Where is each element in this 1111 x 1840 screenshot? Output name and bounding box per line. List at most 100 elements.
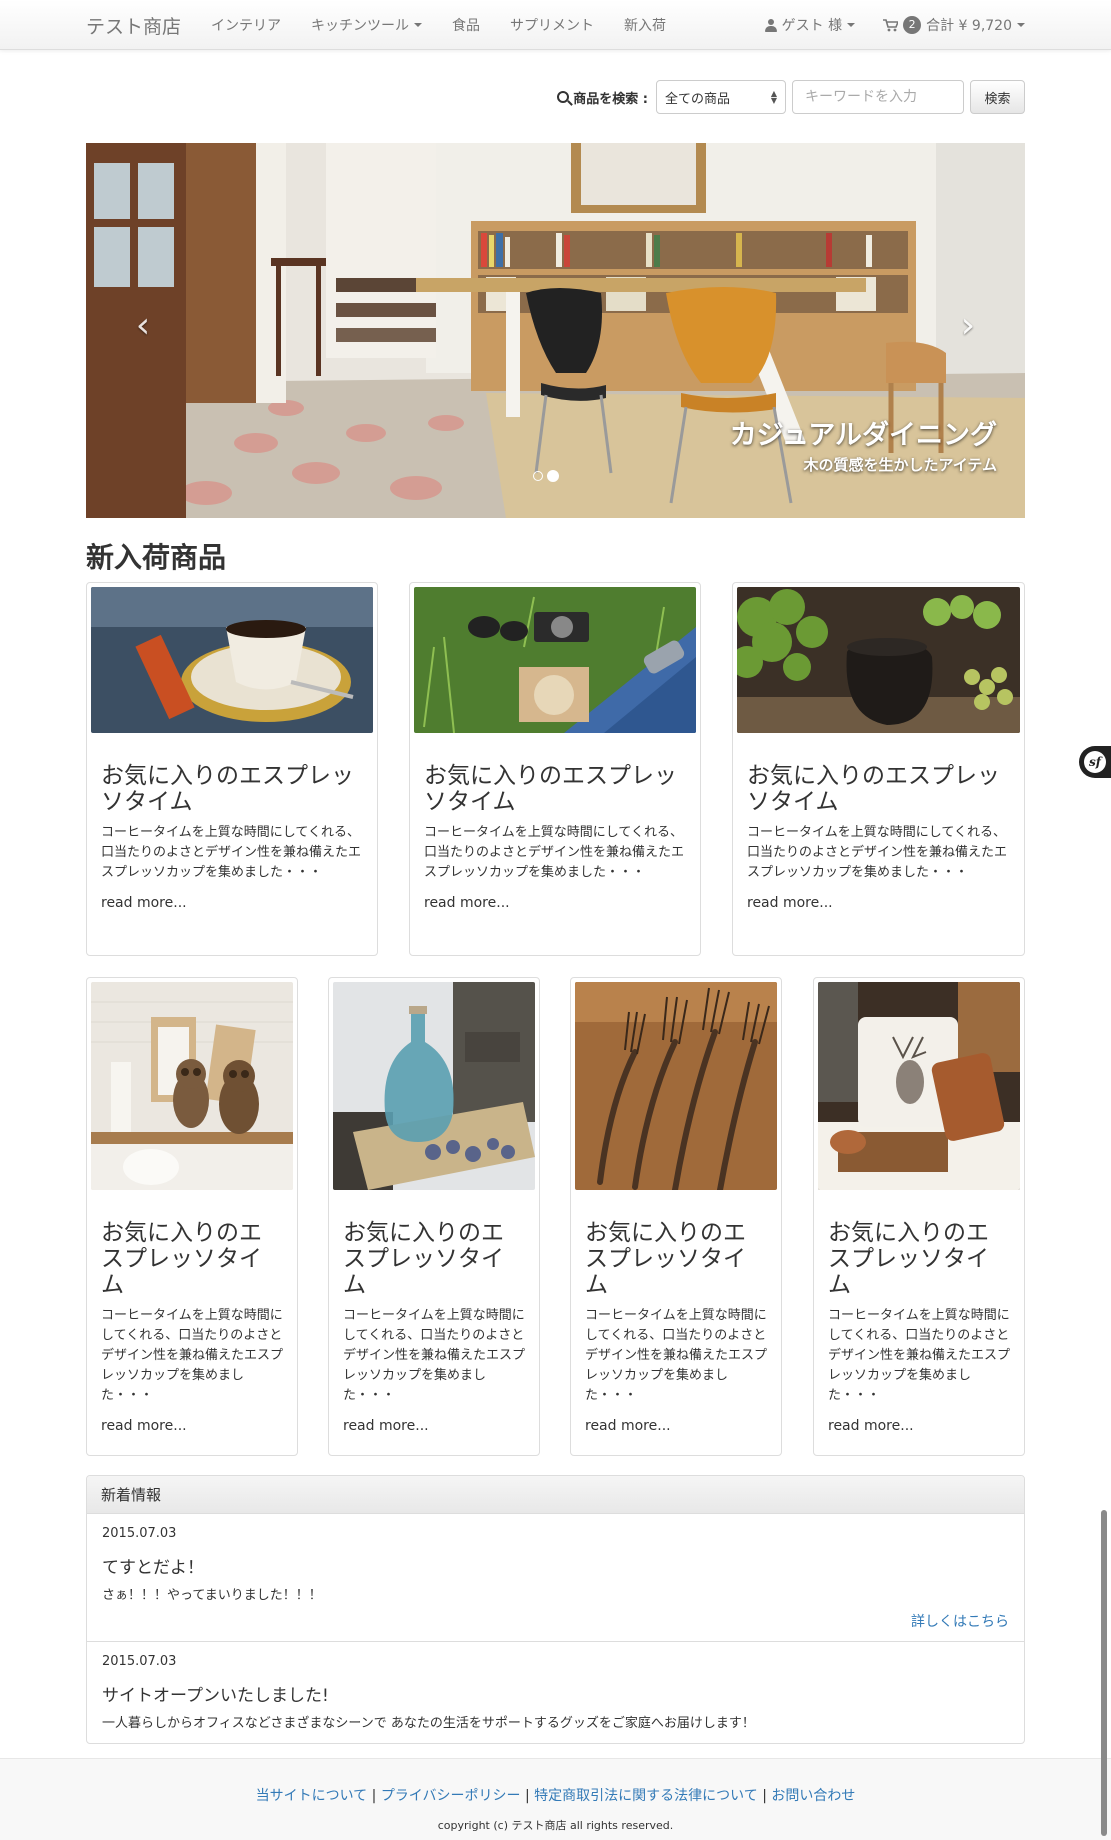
- news-panel: 新着情報 2015.07.03 てすとだよ！ さぁ！！！やってまいりました！！！…: [86, 1475, 1025, 1744]
- carousel-title: カジュアルダイニング: [729, 420, 997, 451]
- card-description: コーヒータイムを上質な時間にしてくれる、口当たりのよさとデザイン性を兼ね備えたエ…: [747, 825, 1008, 880]
- copyright-text: copyright (c) テスト商店 all rights reserved.: [437, 1819, 674, 1832]
- keyword-input[interactable]: [792, 80, 964, 114]
- espresso-cup-image: [91, 587, 373, 733]
- product-card[interactable]: お気に入りのエスプレッソタイム コーヒータイムを上質な時間にしてくれる、口当たり…: [813, 977, 1025, 1456]
- nav-link-interior[interactable]: インテリア: [211, 15, 281, 35]
- deer-cushion-image: [818, 982, 1020, 1190]
- carousel-indicators: [533, 470, 559, 482]
- news-text: 一人暮らしからオフィスなどさまざまなシーンで あなたの生活をサポートするグッズを…: [102, 1716, 755, 1731]
- chevron-left-icon: ‹: [135, 305, 151, 346]
- card-description: コーヒータイムを上質な時間にしてくれる、口当たりのよさとデザイン性を兼ね備えたエ…: [343, 1308, 526, 1403]
- cart-icon: [883, 18, 899, 31]
- card-description: コーヒータイムを上質な時間にしてくれる、口当たりのよさとデザイン性を兼ね備えたエ…: [101, 1308, 284, 1403]
- search-label: 商品を検索 :: [557, 88, 648, 107]
- news-title: てすとだよ！: [102, 1558, 204, 1578]
- card-description: コーヒータイムを上質な時間にしてくれる、口当たりのよさとデザイン性を兼ね備えたエ…: [585, 1308, 768, 1403]
- card-title: お気に入りのエスプレッソタイム: [585, 1220, 746, 1298]
- search-icon: [557, 91, 570, 103]
- read-more-link[interactable]: read more...: [343, 1418, 525, 1434]
- nav-link-label: インテリア: [211, 18, 282, 34]
- news-text: さぁ！！！やってまいりました！！！: [102, 1588, 322, 1603]
- card-body: お気に入りのエスプレッソタイム コーヒータイムを上質な時間にしてくれる、口当たり…: [818, 1220, 1020, 1434]
- user-menu[interactable]: ゲスト 様: [764, 15, 856, 35]
- symfony-toolbar-toggle[interactable]: sf: [1079, 746, 1111, 778]
- news-date: 2015.07.03: [102, 1526, 177, 1541]
- card-description: コーヒータイムを上質な時間にしてくれる、口当たりのよさとデザイン性を兼ね備えたエ…: [424, 825, 685, 880]
- owl-shelf-image: [91, 982, 293, 1190]
- symfony-icon: sf: [1084, 751, 1106, 773]
- read-more-link[interactable]: read more...: [101, 1418, 283, 1434]
- card-title: お気に入りのエスプレッソタイム: [828, 1220, 989, 1298]
- select-arrows-icon: ▲ ▼: [770, 89, 777, 105]
- nav-link-new-arrivals[interactable]: 新入荷: [624, 15, 666, 35]
- brand-logo[interactable]: テスト商店: [86, 12, 181, 39]
- nav-link-label: キッチンツール: [311, 18, 410, 34]
- forks-image: [575, 982, 777, 1190]
- carousel-indicator[interactable]: [533, 471, 543, 481]
- blue-bottle-image: [333, 982, 535, 1190]
- nav-link-food[interactable]: 食品: [452, 15, 480, 35]
- card-title: お気に入りのエスプレッソタイム: [101, 1220, 262, 1298]
- picnic-camera-image: [414, 587, 696, 733]
- nav-link-label: 新入荷: [624, 18, 667, 34]
- footer-link-about[interactable]: 当サイトについて: [256, 1788, 368, 1804]
- nav-link-label: 食品: [452, 18, 481, 34]
- footer-link-contact[interactable]: お問い合わせ: [771, 1788, 855, 1804]
- news-title: サイトオープンいたしました!: [102, 1686, 329, 1706]
- page-footer: 当サイトについて | プライバシーポリシー | 特定商取引法に関する法律について…: [0, 1758, 1111, 1840]
- cart-menu[interactable]: 2 合計 ¥ 9,720: [883, 15, 1025, 35]
- card-body: お気に入りのエスプレッソタイム コーヒータイムを上質な時間にしてくれる、口当たり…: [333, 1220, 535, 1434]
- card-title: お気に入りのエスプレッソタイム: [343, 1220, 504, 1298]
- nav-link-kitchen-tools[interactable]: キッチンツール: [311, 15, 423, 35]
- broccoli-pot-image: [737, 587, 1020, 733]
- carousel-prev-button[interactable]: ‹: [128, 308, 158, 344]
- footer-separator: |: [762, 1788, 767, 1804]
- user-label: ゲスト 様: [781, 18, 843, 34]
- card-body: お気に入りのエスプレッソタイム コーヒータイムを上質な時間にしてくれる、口当たり…: [91, 1220, 293, 1434]
- caret-down-icon: [414, 23, 423, 27]
- hero-carousel[interactable]: ‹ › カジュアルダイニング 木の質感を生かしたアイテム: [86, 143, 1025, 518]
- footer-links: 当サイトについて | プライバシーポリシー | 特定商取引法に関する法律について…: [0, 1785, 1111, 1805]
- search-bar: 商品を検索 : 全ての商品 ▲▼ 検索: [557, 80, 1025, 114]
- read-more-link[interactable]: read more...: [747, 895, 1010, 911]
- cart-total: 合計 ¥ 9,720: [926, 18, 1012, 34]
- product-card[interactable]: お気に入りのエスプレッソタイム コーヒータイムを上質な時間にしてくれる、口当たり…: [86, 582, 378, 956]
- carousel-caption: カジュアルダイニング 木の質感を生かしたアイテム: [730, 413, 997, 475]
- nav-link-supplements[interactable]: サプリメント: [510, 15, 594, 35]
- read-more-link[interactable]: read more...: [101, 895, 363, 911]
- footer-separator: |: [525, 1788, 530, 1804]
- caret-down-icon: [1017, 23, 1025, 27]
- page-scrollbar[interactable]: [1101, 1510, 1107, 1836]
- news-heading: 新着情報: [87, 1476, 1024, 1514]
- card-body: お気に入りのエスプレッソタイム コーヒータイムを上質な時間にしてくれる、口当たり…: [414, 763, 696, 911]
- carousel-indicator-active[interactable]: [547, 470, 559, 482]
- category-select[interactable]: 全ての商品 ▲ ▼: [656, 80, 786, 114]
- search-label-text: 商品を検索 :: [573, 91, 648, 107]
- category-select-value: 全ての商品: [665, 91, 731, 107]
- read-more-link[interactable]: read more...: [585, 1418, 767, 1434]
- read-more-link[interactable]: read more...: [424, 895, 686, 911]
- nav-right: ゲスト 様 2 合計 ¥ 9,720: [764, 15, 1025, 35]
- cart-count-badge: 2: [903, 16, 922, 34]
- news-detail-link[interactable]: 詳しくはこちら: [102, 1611, 1009, 1631]
- search-button[interactable]: 検索: [970, 80, 1025, 114]
- footer-link-tokushoho[interactable]: 特定商取引法に関する法律について: [534, 1788, 758, 1804]
- carousel-next-button[interactable]: ›: [953, 308, 983, 344]
- nav-link-label: サプリメント: [510, 18, 595, 34]
- card-body: お気に入りのエスプレッソタイム コーヒータイムを上質な時間にしてくれる、口当たり…: [737, 763, 1020, 911]
- product-card[interactable]: お気に入りのエスプレッソタイム コーヒータイムを上質な時間にしてくれる、口当たり…: [570, 977, 782, 1456]
- new-arrivals-heading: 新入荷商品: [86, 541, 227, 574]
- card-title: お気に入りのエスプレッソタイム: [101, 763, 354, 815]
- navbar-inner: テスト商店 インテリア キッチンツール 食品 サプリメント 新入荷 ゲスト 様 …: [86, 0, 1025, 50]
- top-navbar: テスト商店 インテリア キッチンツール 食品 サプリメント 新入荷 ゲスト 様 …: [0, 0, 1111, 50]
- footer-link-privacy[interactable]: プライバシーポリシー: [381, 1788, 521, 1804]
- user-icon: [764, 18, 777, 32]
- product-card[interactable]: お気に入りのエスプレッソタイム コーヒータイムを上質な時間にしてくれる、口当たり…: [328, 977, 540, 1456]
- footer-separator: |: [371, 1788, 377, 1804]
- news-date: 2015.07.03: [102, 1654, 177, 1669]
- read-more-link[interactable]: read more...: [828, 1418, 1010, 1434]
- product-card[interactable]: お気に入りのエスプレッソタイム コーヒータイムを上質な時間にしてくれる、口当たり…: [732, 582, 1025, 956]
- product-card[interactable]: お気に入りのエスプレッソタイム コーヒータイムを上質な時間にしてくれる、口当たり…: [86, 977, 298, 1456]
- product-card[interactable]: お気に入りのエスプレッソタイム コーヒータイムを上質な時間にしてくれる、口当たり…: [409, 582, 701, 956]
